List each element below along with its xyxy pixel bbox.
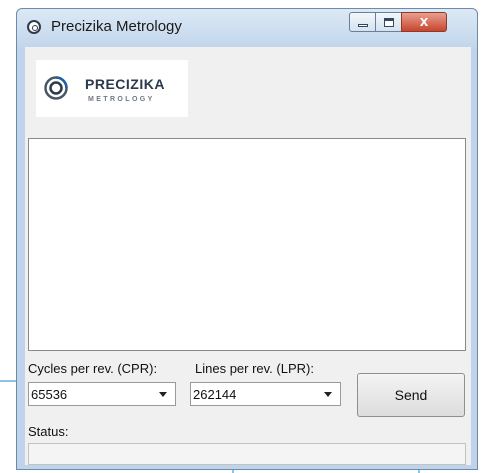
minimize-button[interactable] — [349, 12, 376, 32]
cpr-select-value: 65536 — [31, 387, 68, 402]
screenshot-stage: Precizika Metrology x PRECIZIKA METROLOG… — [0, 0, 481, 473]
close-icon: x — [419, 13, 429, 30]
precizika-logo-mark-icon — [44, 76, 68, 100]
cpr-label: Cycles per rev. (CPR): — [28, 361, 158, 376]
chevron-down-icon[interactable] — [324, 392, 332, 397]
precizika-logo-icon[interactable] — [27, 20, 41, 34]
logo-name: PRECIZIKA — [85, 76, 165, 92]
lpr-label: Lines per rev. (LPR): — [195, 361, 314, 376]
logo-subtitle: METROLOGY — [88, 96, 155, 103]
close-button[interactable]: x — [401, 12, 447, 32]
app-window: Precizika Metrology x PRECIZIKA METROLOG… — [16, 8, 478, 470]
precizika-logo: PRECIZIKA METROLOGY — [36, 60, 188, 117]
minimize-icon — [358, 24, 368, 27]
lpr-select[interactable]: 262144 — [190, 382, 341, 406]
status-field — [28, 443, 466, 465]
maximize-button[interactable] — [375, 12, 402, 32]
chevron-down-icon[interactable] — [159, 392, 167, 397]
send-button[interactable]: Send — [357, 373, 465, 417]
output-text-area[interactable] — [28, 138, 466, 351]
title-bar[interactable]: Precizika Metrology x — [17, 9, 477, 47]
lpr-select-value: 262144 — [193, 387, 237, 402]
cpr-select[interactable]: 65536 — [28, 382, 176, 406]
maximize-icon — [384, 18, 394, 27]
status-label: Status: — [28, 424, 69, 439]
window-client-area: PRECIZIKA METROLOGY Cycles per rev. (CPR… — [25, 47, 471, 465]
window-title: Precizika Metrology — [51, 18, 182, 35]
